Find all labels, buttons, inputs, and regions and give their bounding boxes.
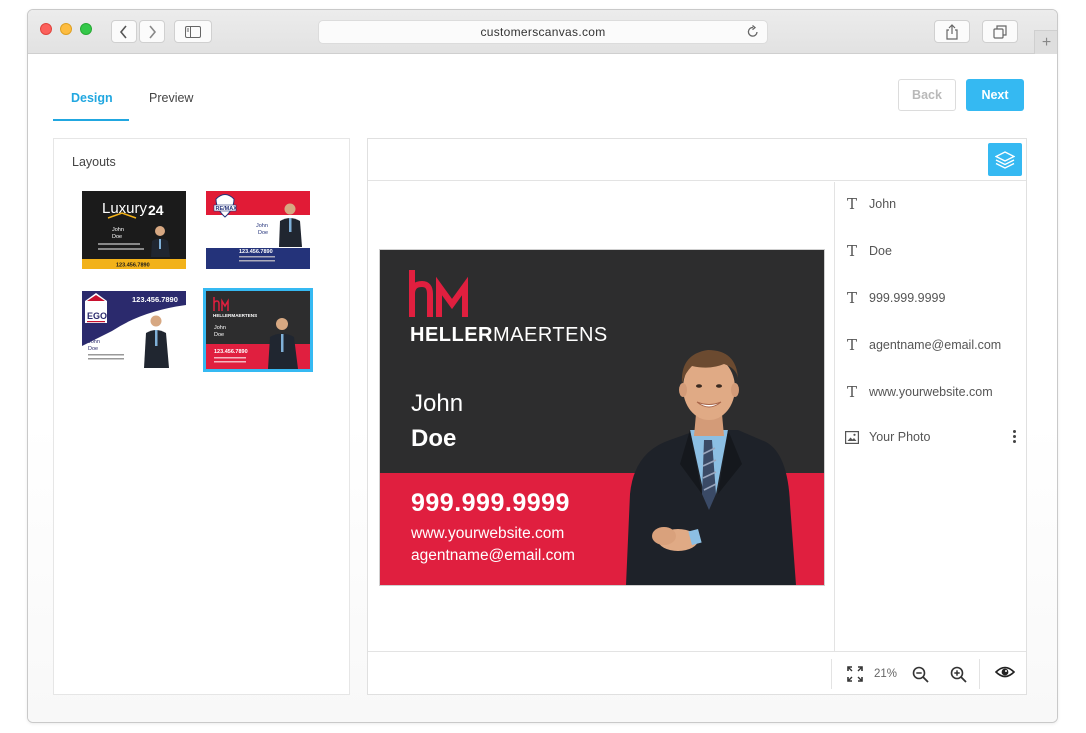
layers-button[interactable] xyxy=(988,143,1022,176)
text-layer-icon: T xyxy=(846,289,857,307)
text-layer-icon: T xyxy=(846,195,857,213)
reload-icon[interactable] xyxy=(747,25,759,41)
zoom-in-icon xyxy=(950,666,967,683)
card-first-name[interactable]: John xyxy=(411,390,463,418)
brand-light-text: MAERTENS xyxy=(493,324,608,346)
svg-text:HELLERMAERTENS: HELLERMAERTENS xyxy=(213,313,257,318)
editor-toolbar xyxy=(368,139,1026,181)
svg-text:123.456.7890: 123.456.7890 xyxy=(214,349,248,355)
svg-text:RE/MAX: RE/MAX xyxy=(216,206,238,212)
svg-text:123.456.7890: 123.456.7890 xyxy=(239,249,273,255)
sidebar-icon xyxy=(185,25,201,38)
text-layer-icon: T xyxy=(846,242,857,260)
brand-bold-text: HELLER xyxy=(410,324,493,346)
url-text: customerscanvas.com xyxy=(480,25,606,39)
minimize-window-button[interactable] xyxy=(60,23,72,35)
layer-item-website[interactable]: T www.yourwebsite.com xyxy=(835,378,1026,406)
layout-thumbnail-ego[interactable]: EGO 123.456.7890 John Doe xyxy=(82,291,186,369)
layer-item-phone[interactable]: T 999.999.9999 xyxy=(835,284,1026,312)
svg-text:John: John xyxy=(88,339,100,345)
new-tab-button[interactable]: + xyxy=(1034,30,1057,54)
preview-toggle-button[interactable] xyxy=(990,665,1020,679)
forward-nav-button[interactable] xyxy=(139,20,165,43)
zoom-out-button[interactable] xyxy=(905,666,935,683)
editor-panel: HELLERMAERTENS John Doe 999.999.9999 www… xyxy=(367,138,1027,695)
layers-icon xyxy=(995,150,1015,169)
svg-text:123.456.7890: 123.456.7890 xyxy=(132,295,178,304)
svg-text:Doe: Doe xyxy=(112,234,122,240)
card-phone[interactable]: 999.999.9999 xyxy=(411,489,570,518)
close-window-button[interactable] xyxy=(40,23,52,35)
layer-label: 999.999.9999 xyxy=(869,291,946,305)
layout-thumbnail-hellermaertens[interactable]: HELLERMAERTENS John Doe 123.456.7890 xyxy=(203,288,313,372)
share-icon xyxy=(946,23,958,40)
tabs-icon xyxy=(993,24,1007,39)
active-tab-indicator xyxy=(53,119,129,121)
agent-photo[interactable] xyxy=(620,344,800,585)
svg-text:John: John xyxy=(112,227,124,233)
text-layer-icon: T xyxy=(846,336,857,354)
zoom-controls: 21% xyxy=(831,659,973,689)
layer-item-photo[interactable]: Your Photo xyxy=(835,423,1026,451)
card-email[interactable]: agentname@email.com xyxy=(411,547,575,565)
layer-label: John xyxy=(869,197,897,211)
chevron-right-icon xyxy=(149,24,157,39)
tabs-overview-button[interactable] xyxy=(982,20,1018,43)
zoom-in-button[interactable] xyxy=(943,666,973,683)
back-button[interactable]: Back xyxy=(898,79,956,111)
layer-label: www.yourwebsite.com xyxy=(869,385,993,399)
svg-text:Doe: Doe xyxy=(214,332,224,338)
layer-item-email[interactable]: T agentname@email.com xyxy=(835,331,1026,359)
fit-to-screen-button[interactable] xyxy=(840,666,870,682)
design-canvas[interactable]: HELLERMAERTENS John Doe 999.999.9999 www… xyxy=(368,182,835,652)
layer-label: Doe xyxy=(869,244,892,258)
business-card[interactable]: HELLERMAERTENS John Doe 999.999.9999 www… xyxy=(380,250,824,585)
more-options-icon[interactable] xyxy=(1013,430,1016,443)
app-content: Design Preview Back Next Layouts Luxury … xyxy=(28,55,1057,722)
browser-titlebar: customerscanvas.com + xyxy=(28,10,1057,54)
address-bar[interactable]: customerscanvas.com xyxy=(318,20,768,44)
layout-thumbnail-luxury[interactable]: Luxury 24 John Doe 123.456.7890 xyxy=(82,191,186,269)
svg-text:24: 24 xyxy=(148,202,164,218)
layouts-panel: Layouts Luxury 24 John Doe 123.456.7890 xyxy=(53,138,350,695)
zoom-out-icon xyxy=(912,666,929,683)
share-button[interactable] xyxy=(934,20,970,43)
layer-item-first-name[interactable]: T John xyxy=(835,190,1026,218)
eye-icon xyxy=(995,666,1015,678)
chevron-left-icon xyxy=(119,24,127,39)
card-website[interactable]: www.yourwebsite.com xyxy=(411,525,564,543)
layouts-title: Layouts xyxy=(72,155,116,169)
browser-window: customerscanvas.com + Design Preview Bac… xyxy=(27,9,1058,723)
svg-text:EGO: EGO xyxy=(87,311,107,321)
toolbar-divider xyxy=(979,659,980,689)
text-layer-icon: T xyxy=(846,383,857,401)
layers-list: T John T Doe T 999.999.9999 T agentname@… xyxy=(834,182,1026,652)
layer-label: Your Photo xyxy=(869,430,931,444)
maximize-window-button[interactable] xyxy=(80,23,92,35)
tab-design[interactable]: Design xyxy=(71,91,113,105)
image-layer-icon xyxy=(835,430,869,444)
svg-text:John: John xyxy=(256,223,268,229)
layer-label: agentname@email.com xyxy=(869,338,1002,352)
card-last-name[interactable]: Doe xyxy=(411,425,456,453)
expand-icon xyxy=(847,666,863,682)
svg-text:John: John xyxy=(214,325,226,331)
hm-logo[interactable] xyxy=(408,268,472,325)
editor-bottom-toolbar: 21% xyxy=(368,651,1026,694)
layout-thumbnail-remax[interactable]: RE/MAX John Doe 123.456.7890 xyxy=(206,191,310,269)
svg-text:Doe: Doe xyxy=(258,230,268,236)
svg-text:Doe: Doe xyxy=(88,346,98,352)
zoom-level: 21% xyxy=(874,668,898,680)
card-brand-name[interactable]: HELLERMAERTENS xyxy=(410,324,608,347)
sidebar-toggle-button[interactable] xyxy=(174,20,212,43)
back-nav-button[interactable] xyxy=(111,20,137,43)
svg-text:123.456.7890: 123.456.7890 xyxy=(116,263,150,269)
tab-preview[interactable]: Preview xyxy=(149,91,193,105)
next-button[interactable]: Next xyxy=(966,79,1024,111)
layer-item-last-name[interactable]: T Doe xyxy=(835,237,1026,265)
